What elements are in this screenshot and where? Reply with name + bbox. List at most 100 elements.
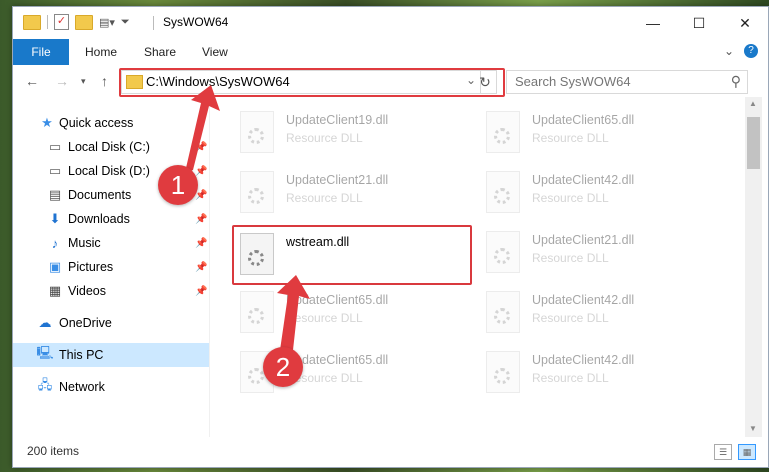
file-item-selected[interactable]: wstream.dll xyxy=(232,225,472,285)
dll-file-icon xyxy=(240,171,274,213)
tab-file[interactable]: File xyxy=(13,39,69,65)
sidebar-item-videos[interactable]: ▦ Videos 📌 xyxy=(13,279,209,303)
drive-icon: ▭ xyxy=(48,139,62,154)
dll-file-icon xyxy=(240,111,274,153)
recent-locations-icon[interactable]: ▾ xyxy=(81,76,86,87)
address-bar-highlight xyxy=(119,68,505,97)
sidebar-item-label: Documents xyxy=(68,188,132,202)
sidebar-item-downloads[interactable]: ⬇ Downloads 📌 xyxy=(13,207,209,231)
file-name: UpdateClient65.dll xyxy=(286,293,389,307)
quick-access-toolbar: ✓ ▤▾ ⏷ xyxy=(23,14,130,30)
sidebar-item-this-pc[interactable]: 🖳 This PC xyxy=(13,343,209,367)
dll-file-icon xyxy=(486,171,520,213)
sidebar-item-quick-access[interactable]: ★ Quick access xyxy=(13,111,209,135)
dll-file-icon xyxy=(486,111,520,153)
vertical-scrollbar[interactable]: ▲ ▼ xyxy=(745,97,762,437)
folder-icon xyxy=(23,14,41,30)
tab-share[interactable]: Share xyxy=(144,45,176,59)
scroll-thumb[interactable] xyxy=(747,117,760,169)
file-item[interactable]: UpdateClient21.dll Resource DLL xyxy=(480,225,716,281)
sidebar-item-local-disk-c[interactable]: ▭ Local Disk (C:) 📌 xyxy=(13,135,209,159)
help-icon[interactable]: ? xyxy=(744,44,758,58)
sidebar-item-onedrive[interactable]: ☁ OneDrive xyxy=(13,311,209,335)
pin-icon: 📌 xyxy=(195,285,208,297)
search-input[interactable] xyxy=(515,74,715,89)
new-folder-icon[interactable] xyxy=(75,14,93,30)
title-bar: ✓ ▤▾ ⏷ SysWOW64 — ☐ ✕ xyxy=(13,7,768,39)
file-item[interactable]: UpdateClient65.dll Resource DLL xyxy=(234,285,470,341)
file-name: UpdateClient19.dll xyxy=(286,113,389,127)
pin-icon: 📌 xyxy=(195,165,208,177)
search-box[interactable]: ⚲ xyxy=(506,70,748,94)
sidebar-item-music[interactable]: ♪ Music 📌 xyxy=(13,231,209,255)
sidebar-item-pictures[interactable]: ▣ Pictures 📌 xyxy=(13,255,209,279)
file-type: Resource DLL xyxy=(532,131,609,145)
navigation-pane: ★ Quick access ▭ Local Disk (C:) 📌 ▭ Loc… xyxy=(13,103,209,437)
status-bar: 200 items ☰ ▦ xyxy=(13,437,768,467)
sidebar-item-label: Music xyxy=(68,236,101,250)
large-icons-view-icon[interactable]: ▦ xyxy=(738,444,756,460)
expand-ribbon-icon[interactable]: ⌄ xyxy=(724,44,734,58)
step-2-badge: 2 xyxy=(263,347,303,387)
divider xyxy=(153,16,154,30)
scroll-up-icon[interactable]: ▲ xyxy=(749,99,757,108)
tab-home[interactable]: Home xyxy=(85,45,117,59)
forward-arrow-icon[interactable]: → xyxy=(55,73,69,89)
pin-icon: 📌 xyxy=(195,141,208,153)
file-name: UpdateClient21.dll xyxy=(286,173,389,187)
search-icon: ⚲ xyxy=(730,73,741,89)
sidebar-item-label: Local Disk (C:) xyxy=(68,140,150,154)
file-type: Resource DLL xyxy=(286,191,363,205)
network-icon: 🖧 xyxy=(37,377,53,392)
up-arrow-icon[interactable]: ↑ xyxy=(101,73,108,89)
file-name: UpdateClient21.dll xyxy=(532,233,635,247)
sidebar-item-label: Network xyxy=(59,380,105,394)
divider xyxy=(47,15,48,29)
videos-icon: ▦ xyxy=(48,283,62,298)
drive-icon: ▭ xyxy=(48,163,62,178)
sidebar-item-label: Pictures xyxy=(68,260,114,274)
file-item[interactable]: UpdateClient42.dll Resource DLL xyxy=(480,165,716,221)
window-title: SysWOW64 xyxy=(163,15,229,29)
scroll-down-icon[interactable]: ▼ xyxy=(749,424,757,433)
sidebar-item-label: Downloads xyxy=(68,212,130,226)
file-name: UpdateClient42.dll xyxy=(532,353,635,367)
sidebar-item-label: Videos xyxy=(68,284,106,298)
sidebar-item-label: Quick access xyxy=(59,116,134,130)
back-arrow-icon[interactable]: ← xyxy=(25,73,39,89)
computer-icon: 🖳 xyxy=(36,345,54,360)
file-item[interactable]: UpdateClient42.dll Resource DLL xyxy=(480,285,716,341)
dll-file-icon xyxy=(486,291,520,333)
music-icon: ♪ xyxy=(51,235,59,251)
file-type: Resource DLL xyxy=(532,371,609,385)
properties-icon[interactable]: ✓ xyxy=(54,14,69,30)
file-name: UpdateClient42.dll xyxy=(532,173,635,187)
customize-toolbar-icon[interactable]: ▤▾ xyxy=(99,16,115,29)
file-type: Resource DLL xyxy=(532,191,609,205)
sidebar-item-label: This PC xyxy=(59,348,104,362)
maximize-button[interactable]: ☐ xyxy=(676,7,722,39)
pictures-icon: ▣ xyxy=(48,259,62,274)
pin-icon: 📌 xyxy=(195,237,208,249)
file-list: UpdateClient19.dll Resource DLL UpdateCl… xyxy=(210,97,745,437)
dll-file-icon xyxy=(240,233,274,275)
details-view-icon[interactable]: ☰ xyxy=(714,444,732,460)
file-item[interactable]: UpdateClient21.dll Resource DLL xyxy=(234,165,470,221)
file-item[interactable]: UpdateClient65.dll Resource DLL xyxy=(480,105,716,161)
dll-file-icon xyxy=(486,351,520,393)
file-type: Resource DLL xyxy=(532,251,609,265)
sidebar-item-network[interactable]: 🖧 Network xyxy=(13,375,209,399)
file-type: Resource DLL xyxy=(286,131,363,145)
file-item[interactable]: UpdateClient19.dll Resource DLL xyxy=(234,105,470,161)
close-button[interactable]: ✕ xyxy=(722,7,768,39)
file-name: UpdateClient65.dll xyxy=(532,113,635,127)
file-type: Resource DLL xyxy=(532,311,609,325)
minimize-button[interactable]: — xyxy=(630,7,676,39)
toolbar-dropdown-icon[interactable]: ⏷ xyxy=(121,16,130,29)
tab-view[interactable]: View xyxy=(202,45,228,59)
dll-file-icon xyxy=(240,291,274,333)
ribbon: File Home Share View ⌄ ? xyxy=(13,39,768,66)
file-type: Resource DLL xyxy=(286,311,363,325)
file-name: UpdateClient42.dll xyxy=(532,293,635,307)
file-item[interactable]: UpdateClient42.dll Resource DLL xyxy=(480,345,716,401)
